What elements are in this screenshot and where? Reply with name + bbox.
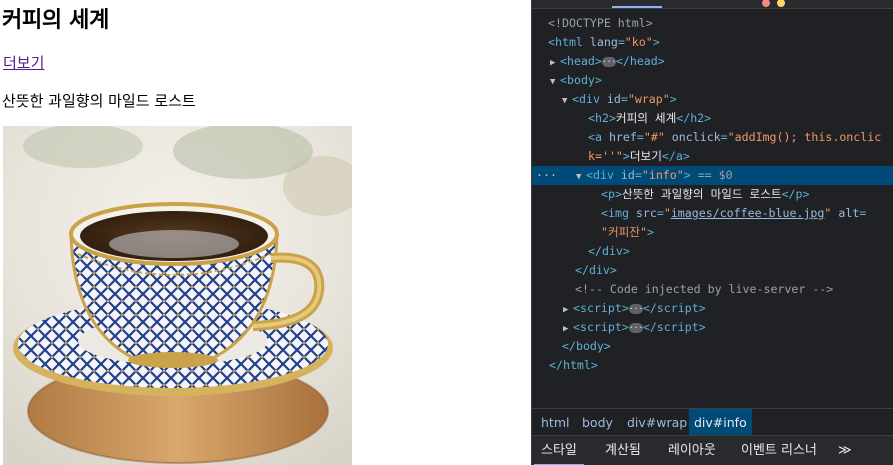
html-open-line[interactable]: <html lang="ko"> — [532, 33, 660, 52]
html-close[interactable]: </html> — [532, 356, 598, 375]
body-close[interactable]: </body> — [532, 337, 611, 356]
img-src-link[interactable]: images/coffee-blue.jpg — [671, 206, 825, 220]
info-div-node-selected[interactable]: ··· ▼ <div id="info"> == $0 — [532, 166, 893, 185]
breadcrumb-div-info[interactable]: div#info — [689, 409, 752, 436]
anchor-node[interactable]: <a href="#" onclick="addImg(); this.oncl… — [532, 128, 881, 147]
rendered-page: 커피의 세계 더보기 산뜻한 과일향의 마일드 로스트 — [0, 0, 531, 465]
tab-event-listeners[interactable]: 이벤트 리스너 — [741, 436, 817, 465]
coffee-description: 산뜻한 과일향의 마일드 로스트 — [2, 92, 196, 110]
head-node[interactable]: ▶ <head>···</head> — [532, 52, 665, 71]
h2-node[interactable]: <h2>커피의 세계</h2> — [532, 109, 711, 128]
devtools-panel: <!DOCTYPE html> <html lang="ko"> ▶ <head>… — [531, 0, 893, 465]
devtools-tab-bar[interactable] — [532, 0, 893, 9]
page-heading: 커피의 세계 — [2, 8, 110, 33]
breadcrumb: html body div#wrap div#info — [532, 408, 893, 436]
coffee-cup-image — [3, 126, 352, 465]
breadcrumb-html[interactable]: html — [536, 409, 574, 436]
collapsed-ellipsis-icon[interactable]: ··· — [601, 56, 616, 67]
tab-styles[interactable]: 스타일 — [534, 436, 584, 465]
breadcrumb-div-wrap[interactable]: div#wrap — [622, 409, 692, 436]
doctype-text: <!DOCTYPE html> — [548, 16, 653, 30]
info-div-close[interactable]: </div> — [532, 242, 630, 261]
img-node-wrap[interactable]: "커피잔"> — [532, 223, 654, 242]
doctype-line[interactable]: <!DOCTYPE html> — [532, 14, 653, 33]
coffee-cup-illustration — [3, 126, 352, 465]
warning-icon[interactable] — [777, 0, 785, 7]
error-icon[interactable] — [762, 0, 770, 7]
script-node-2[interactable]: ▶ <script>···</script> — [532, 318, 706, 337]
script-node-1[interactable]: ▶ <script>···</script> — [532, 299, 706, 318]
collapsed-ellipsis-icon[interactable]: ··· — [628, 322, 643, 333]
live-server-comment[interactable]: <!-- Code injected by live-server --> — [532, 280, 833, 299]
more-tabs-icon[interactable]: ≫ — [838, 436, 852, 465]
active-tab-indicator — [612, 6, 662, 8]
img-node[interactable]: <img src="images/coffee-blue.jpg" alt= — [532, 204, 866, 223]
styles-tab-bar: 스타일 계산됨 레이아웃 이벤트 리스너 ≫ — [532, 435, 893, 465]
p-node[interactable]: <p>산뜻한 과일향의 마일드 로스트</p> — [532, 185, 809, 204]
tab-computed[interactable]: 계산됨 — [605, 436, 641, 465]
more-link[interactable]: 더보기 — [3, 52, 44, 73]
collapsed-ellipsis-icon[interactable]: ··· — [628, 303, 643, 314]
wrap-div-close[interactable]: </div> — [532, 261, 617, 280]
tab-layout[interactable]: 레이아웃 — [668, 436, 716, 465]
more-options-icon[interactable]: ··· — [536, 166, 557, 185]
body-node[interactable]: ▼ <body> — [532, 71, 602, 90]
anchor-node-wrap[interactable]: k=''">더보기</a> — [532, 147, 690, 166]
wrap-div-node[interactable]: ▼ <div id="wrap"> — [532, 90, 677, 109]
breadcrumb-body[interactable]: body — [577, 409, 618, 436]
